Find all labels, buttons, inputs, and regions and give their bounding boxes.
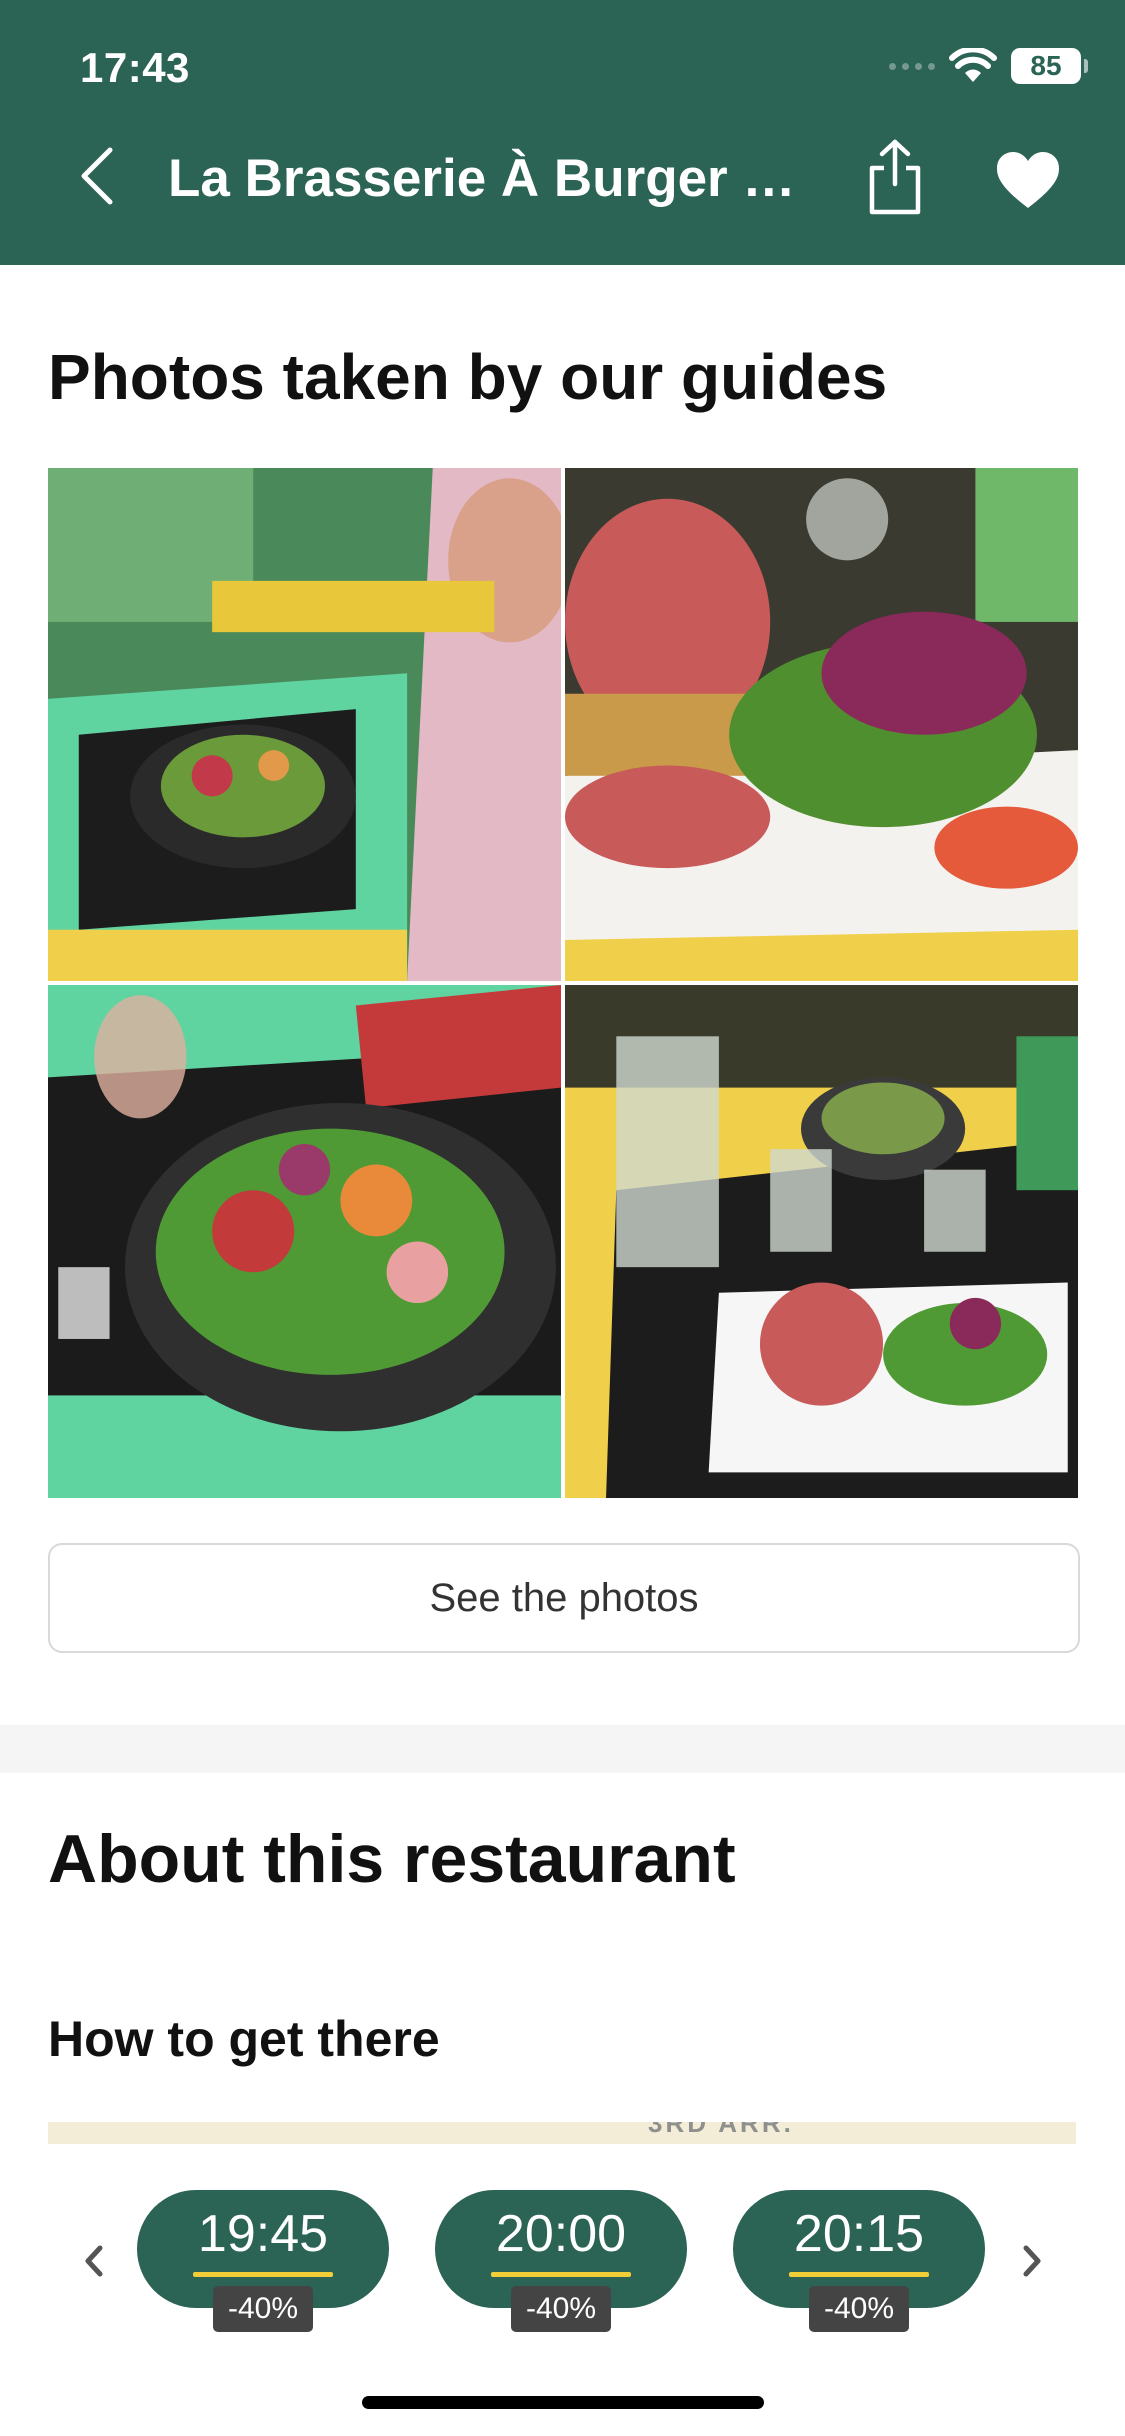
gallery-photo-3[interactable] (48, 985, 561, 1498)
gallery-photo-4[interactable] (565, 985, 1078, 1498)
see-photos-button[interactable]: See the photos (48, 1543, 1080, 1653)
navigation-bar: La Brasserie À Burger St... (0, 130, 1125, 230)
timeslot-underline (491, 2272, 631, 2277)
share-icon[interactable] (862, 138, 928, 216)
map-label: 3RD ARR. (648, 2122, 794, 2138)
section-divider (0, 1725, 1125, 1773)
how-to-get-there-title: How to get there (48, 2011, 440, 2067)
about-section-title: About this restaurant (48, 1821, 736, 1897)
status-indicators: 85 (889, 48, 1088, 84)
timeslot-time: 20:15 (793, 2205, 925, 2263)
photos-section-title: Photos taken by our guides (48, 341, 888, 413)
food-photo-image (48, 468, 561, 981)
timeslot-underline (789, 2272, 929, 2277)
wifi-icon (949, 48, 997, 82)
food-photo-image (48, 985, 561, 1498)
booking-timeslots-bar: 19:45 -40% 20:00 -40% 20:15 -40% (0, 2144, 1125, 2436)
chevron-left-icon[interactable] (70, 146, 130, 206)
timeslot-time: 19:45 (197, 2205, 329, 2263)
chevron-left-icon[interactable] (74, 2236, 114, 2286)
timeslot-underline (193, 2272, 333, 2277)
photo-gallery[interactable] (48, 468, 1078, 1498)
timeslot-button[interactable]: 20:15 -40% (733, 2190, 985, 2332)
discount-badge: -40% (809, 2286, 909, 2332)
map-view[interactable]: 3RD ARR. (48, 2122, 1076, 2144)
timeslot-button[interactable]: 20:00 -40% (435, 2190, 687, 2332)
timeslot-time: 20:00 (495, 2205, 627, 2263)
battery-icon: 85 (1011, 48, 1088, 84)
food-photo-image (565, 468, 1078, 981)
gallery-photo-1[interactable] (48, 468, 561, 981)
food-photo-image (565, 985, 1078, 1498)
status-time: 17:43 (80, 44, 190, 91)
chevron-right-icon[interactable] (1012, 2236, 1052, 2286)
page-title: La Brasserie À Burger St... (168, 149, 828, 208)
discount-badge: -40% (511, 2286, 611, 2332)
timeslot-button[interactable]: 19:45 -40% (137, 2190, 389, 2332)
home-indicator (362, 2396, 764, 2409)
discount-badge: -40% (213, 2286, 313, 2332)
heart-icon[interactable] (995, 150, 1061, 210)
gallery-photo-2[interactable] (565, 468, 1078, 981)
header-bar: 17:43 85 La Brasserie À Burger St... (0, 0, 1125, 265)
signal-icon (889, 62, 935, 70)
